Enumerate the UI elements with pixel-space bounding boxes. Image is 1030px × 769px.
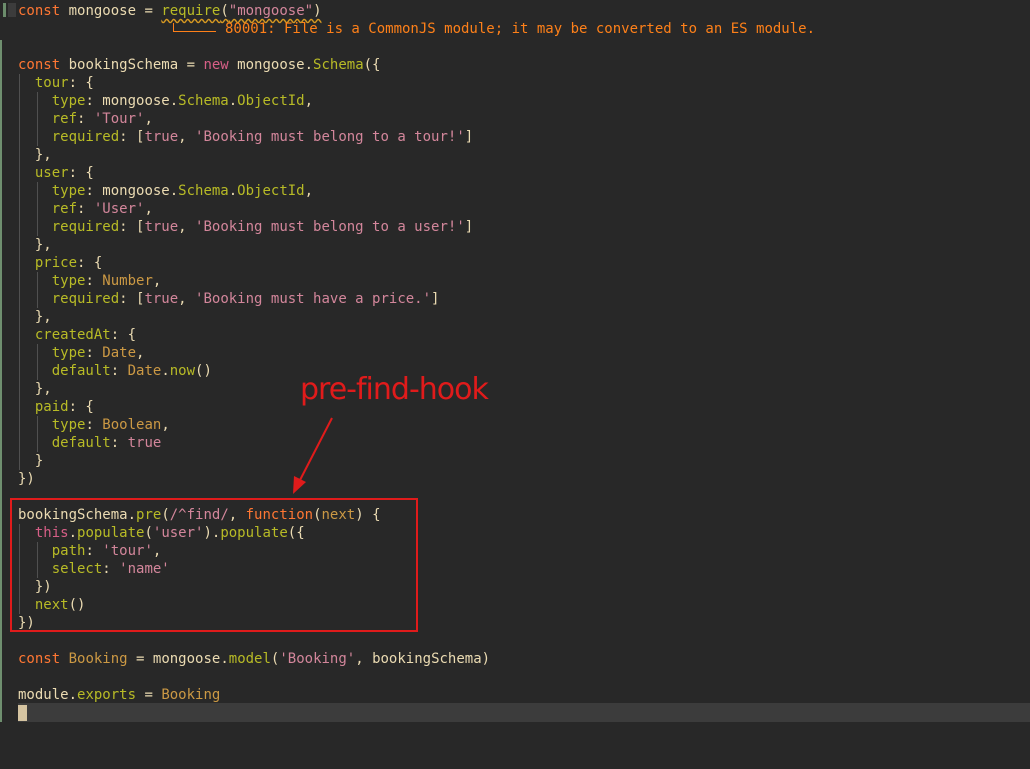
editor-statusline <box>0 722 1030 769</box>
annotation-arrow <box>293 417 333 494</box>
